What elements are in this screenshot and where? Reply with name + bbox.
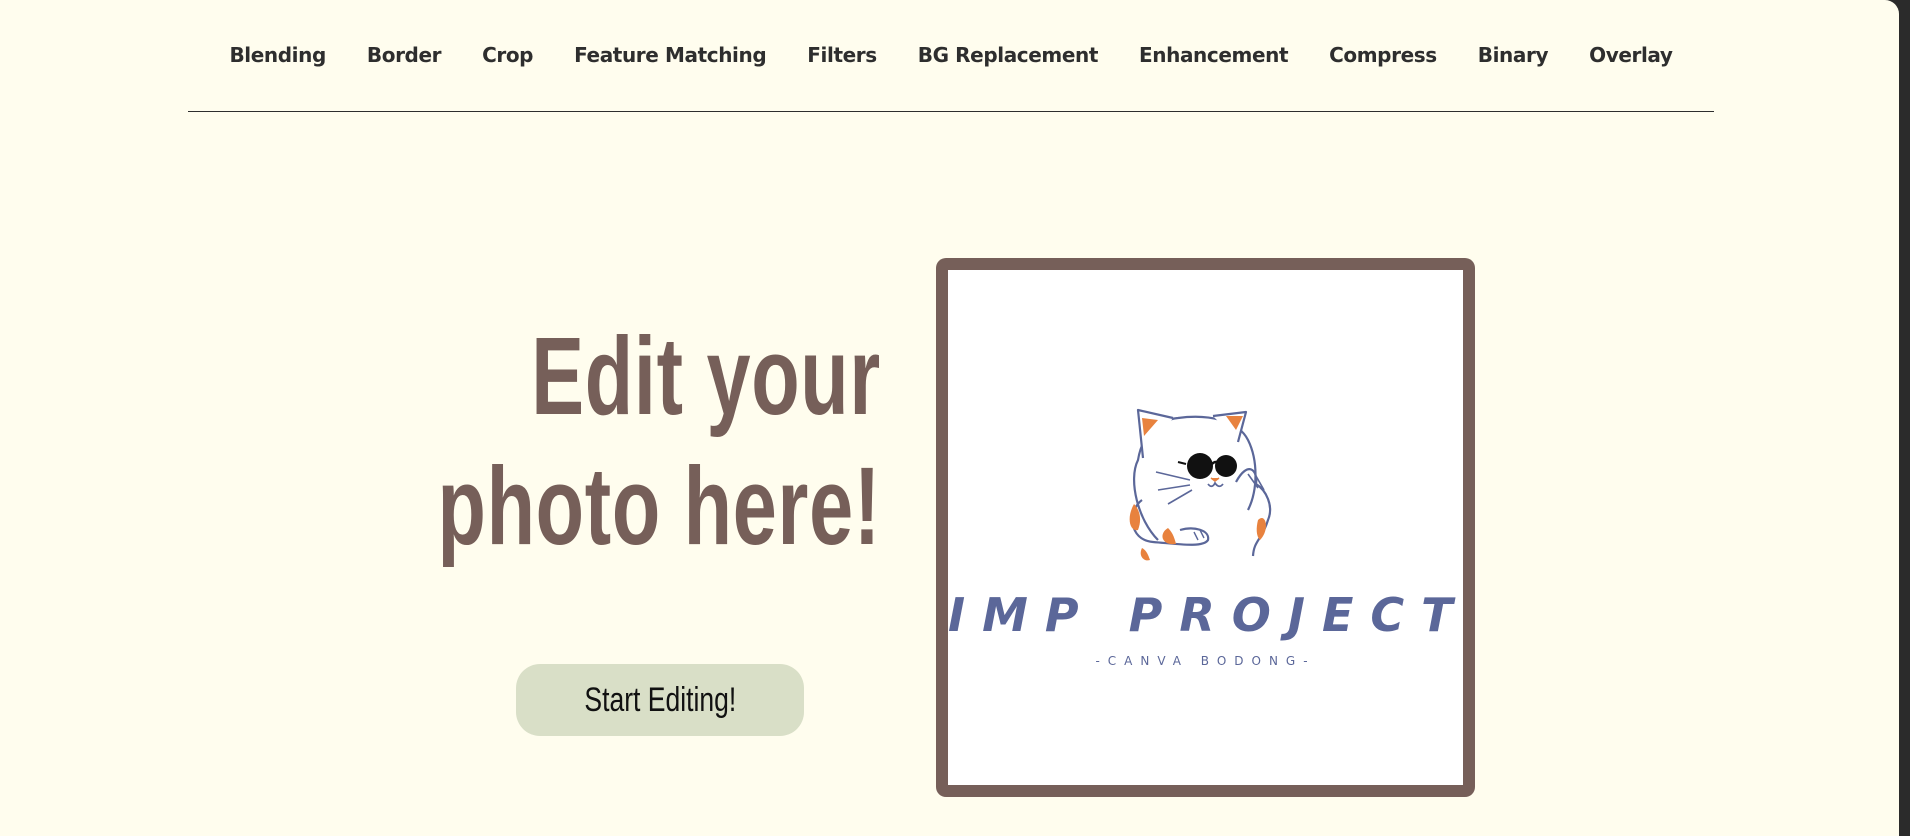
cat-with-sunglasses-icon (1129, 408, 1272, 561)
start-editing-button[interactable]: Start Editing! (516, 664, 804, 736)
nav-item-border[interactable]: Border (367, 40, 442, 70)
nav-item-compress[interactable]: Compress (1329, 40, 1437, 70)
nav-item-filters[interactable]: Filters (807, 40, 877, 70)
logo-title: IMP PROJECT (948, 588, 1463, 642)
nav-item-crop[interactable]: Crop (482, 40, 533, 70)
nav-item-feature-matching[interactable]: Feature Matching (574, 40, 767, 70)
nav-item-bg-replacement[interactable]: BG Replacement (918, 40, 1099, 70)
hero-headline: Edit your photo here! (438, 312, 881, 572)
hero-headline-line-1: Edit your (531, 315, 881, 438)
nav-item-blending[interactable]: Blending (229, 40, 326, 70)
page: Blending Border Crop Feature Matching Fi… (0, 0, 1899, 836)
top-navigation: Blending Border Crop Feature Matching Fi… (188, 0, 1714, 112)
logo-image: IMP PROJECT -CANVA BODONG- (948, 270, 1463, 785)
nav-item-overlay[interactable]: Overlay (1589, 40, 1673, 70)
hero-headline-line-2: photo here! (437, 445, 881, 568)
start-editing-label: Start Editing! (584, 680, 736, 719)
logo-frame: IMP PROJECT -CANVA BODONG- (936, 258, 1475, 797)
nav-item-enhancement[interactable]: Enhancement (1139, 40, 1289, 70)
logo-subtitle: -CANVA BODONG- (1095, 654, 1316, 668)
nav-item-binary[interactable]: Binary (1478, 40, 1549, 70)
nav-menu: Blending Border Crop Feature Matching Fi… (188, 40, 1714, 70)
